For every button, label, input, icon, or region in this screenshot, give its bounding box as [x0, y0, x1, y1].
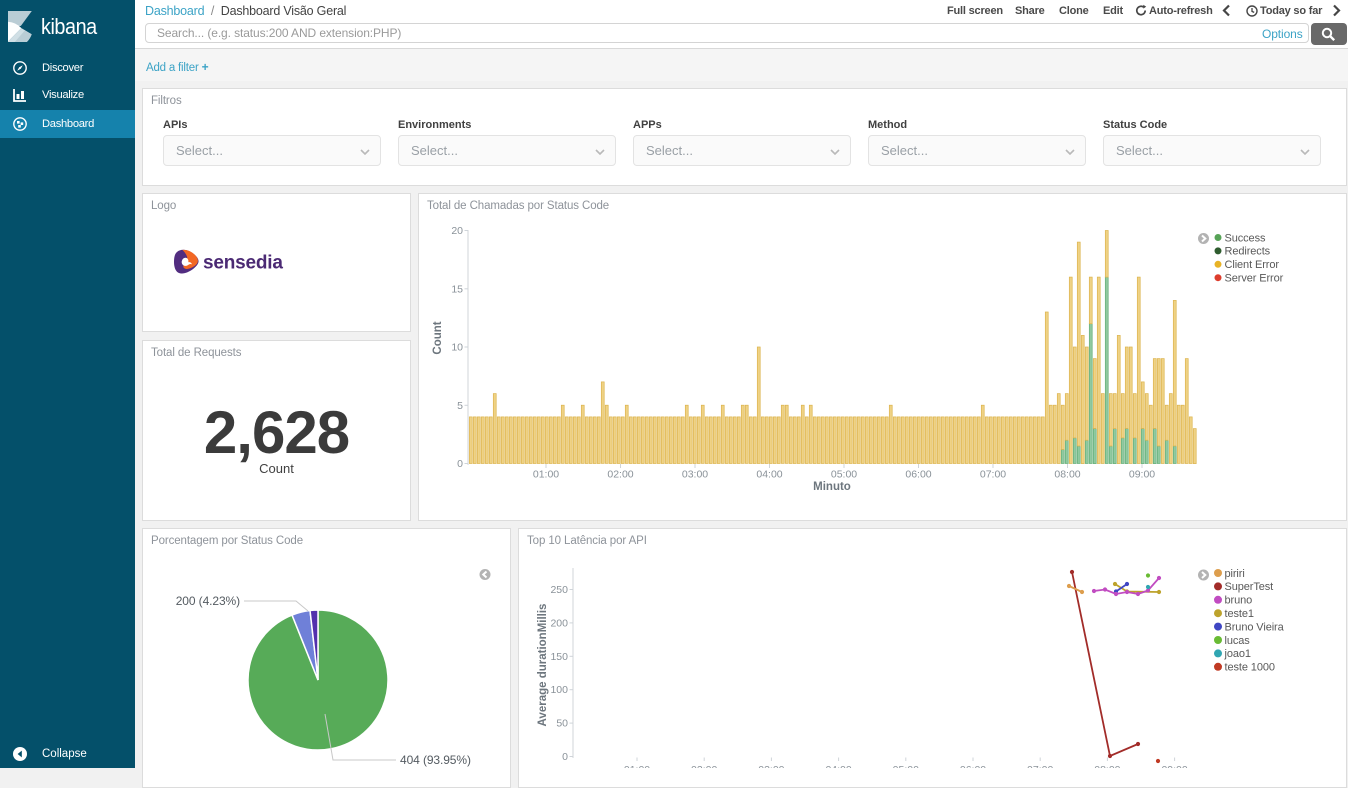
svg-text:02:00: 02:00 [607, 469, 633, 481]
svg-text:150: 150 [550, 651, 568, 663]
svg-text:200: 200 [550, 617, 568, 629]
svg-text:50: 50 [556, 718, 568, 730]
svg-text:Bruno Vieira: Bruno Vieira [1225, 621, 1285, 633]
svg-text:07:00: 07:00 [980, 469, 1006, 481]
svg-text:03:00: 03:00 [758, 764, 784, 768]
svg-text:07:00: 07:00 [1027, 764, 1053, 768]
svg-text:04:00: 04:00 [825, 764, 851, 768]
svg-text:bruno: bruno [1225, 595, 1253, 607]
svg-text:200 (4.23%): 200 (4.23%) [176, 594, 240, 608]
svg-text:06:00: 06:00 [960, 764, 986, 768]
svg-text:05:00: 05:00 [831, 469, 857, 481]
svg-text:100: 100 [550, 684, 568, 696]
svg-text:03:00: 03:00 [682, 469, 708, 481]
svg-text:20: 20 [451, 225, 463, 237]
svg-text:Server Error: Server Error [1225, 273, 1284, 285]
svg-text:Minuto: Minuto [813, 481, 851, 493]
svg-text:0: 0 [457, 458, 463, 470]
svg-text:joao1: joao1 [1224, 648, 1251, 660]
svg-text:250: 250 [550, 584, 568, 596]
svg-text:05:00: 05:00 [893, 764, 919, 768]
svg-text:piriri: piriri [1225, 568, 1245, 580]
svg-text:09:00: 09:00 [1161, 764, 1187, 768]
svg-text:02:00: 02:00 [691, 764, 717, 768]
svg-text:06:00: 06:00 [905, 469, 931, 481]
svg-text:Client Error: Client Error [1225, 259, 1280, 271]
svg-text:Redirects: Redirects [1225, 246, 1271, 258]
svg-text:Average durationMillis: Average durationMillis [537, 604, 549, 727]
svg-text:teste1: teste1 [1225, 608, 1254, 620]
svg-text:0: 0 [562, 751, 568, 763]
svg-text:teste 1000: teste 1000 [1225, 662, 1275, 674]
svg-text:01:00: 01:00 [533, 469, 559, 481]
svg-text:lucas: lucas [1225, 635, 1251, 647]
svg-text:08:00: 08:00 [1094, 764, 1120, 768]
svg-text:5: 5 [457, 400, 463, 412]
svg-text:SuperTest: SuperTest [1225, 581, 1274, 593]
svg-text:08:00: 08:00 [1054, 469, 1080, 481]
svg-text:Count: Count [432, 321, 444, 354]
svg-text:09:00: 09:00 [1129, 469, 1155, 481]
svg-text:10: 10 [451, 342, 463, 354]
svg-text:Success: Success [1225, 232, 1266, 244]
svg-text:01:00: 01:00 [624, 764, 650, 768]
svg-text:04:00: 04:00 [756, 469, 782, 481]
svg-text:15: 15 [451, 283, 463, 295]
svg-text:404 (93.95%): 404 (93.95%) [400, 753, 471, 767]
